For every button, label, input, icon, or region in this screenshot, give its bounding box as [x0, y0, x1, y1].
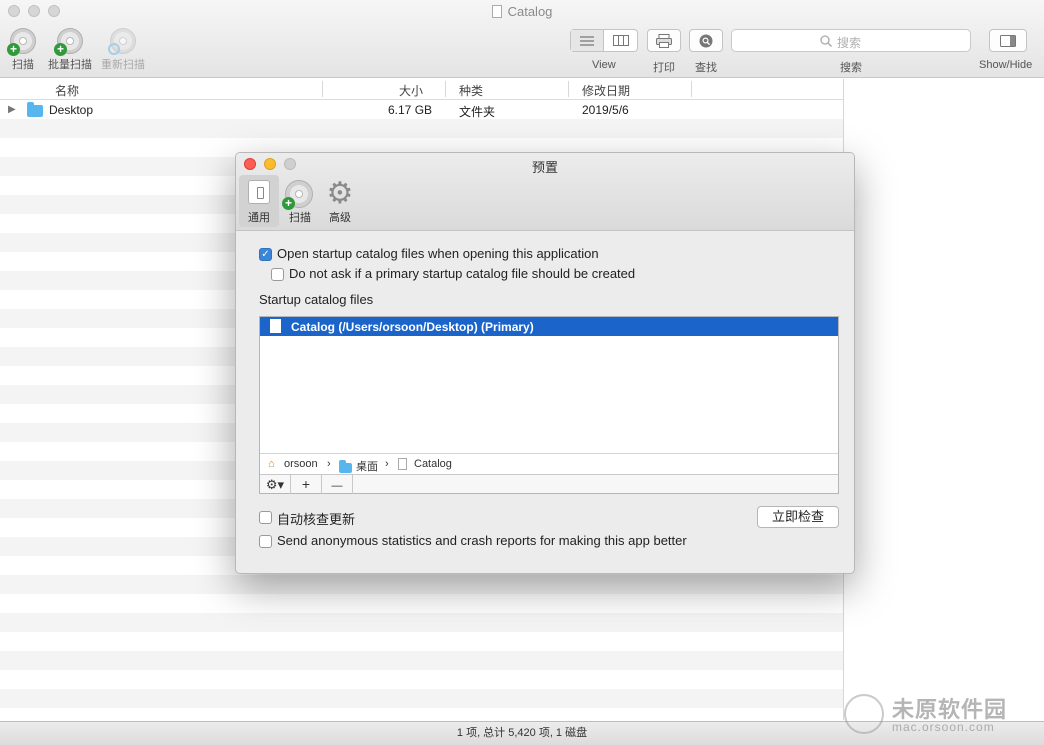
add-button[interactable]: + [291, 475, 322, 494]
watermark: 未原软件园 mac.orsoon.com [842, 690, 1042, 740]
find-icon [699, 34, 713, 47]
table-row [0, 708, 843, 720]
sidebar-toggle-icon [1000, 34, 1016, 47]
column-view-button[interactable] [604, 30, 637, 51]
column-header-name[interactable]: 名称 [55, 82, 79, 99]
table-header: 名称 大小 种类 修改日期 [0, 79, 843, 100]
remove-button[interactable]: — [322, 475, 353, 494]
search-placeholder: 搜索 [837, 36, 862, 50]
batch-scan-disc-icon: + [54, 28, 83, 56]
document-icon [491, 5, 502, 18]
minus-icon: — [331, 480, 343, 492]
action-menu-button[interactable]: ⚙▾ [260, 475, 291, 494]
print-button[interactable] [647, 29, 681, 52]
search-label: 搜索 [840, 62, 862, 74]
watermark-logo-icon [844, 694, 884, 734]
view-label: View [592, 59, 616, 71]
list-view-button[interactable] [571, 30, 604, 51]
find-button[interactable] [689, 29, 723, 52]
home-icon: ⌂ [268, 458, 275, 470]
window-title: Catalog [0, 4, 1044, 19]
search-input[interactable]: 搜索 [731, 29, 971, 52]
table-row [0, 632, 843, 651]
folder-icon [27, 102, 43, 118]
column-divider[interactable] [568, 81, 569, 97]
find-label: 查找 [695, 62, 717, 74]
column-view-icon [612, 35, 629, 46]
column-divider[interactable] [445, 81, 446, 97]
preferences-dialog: 预置 通用 + 扫描 ⚙ 高级 ✓ Open startup catalog f… [235, 152, 855, 574]
table-row [0, 594, 843, 613]
tab-advanced[interactable]: ⚙ 高级 [320, 175, 360, 227]
table-row [0, 651, 843, 670]
open-startup-checkbox[interactable]: ✓ [259, 248, 272, 261]
anonymous-stats-label: Send anonymous statistics and crash repo… [277, 533, 687, 548]
plus-icon: + [301, 476, 311, 492]
table-row [0, 689, 843, 708]
dialog-title: 预置 [531, 160, 558, 175]
dialog-toolbar: 预置 通用 + 扫描 ⚙ 高级 [236, 153, 854, 231]
row-date: 2019/5/6 [582, 103, 629, 117]
show-hide-button[interactable] [989, 29, 1027, 52]
main-toolbar: Catalog + 扫描 + 批量扫描 重新扫描 View 打印 查找 搜索 搜… [0, 0, 1044, 78]
path-item-catalog[interactable]: Catalog [414, 458, 452, 470]
info-pane [843, 79, 1044, 720]
path-separator: › [327, 458, 331, 470]
scan-disc-icon: + [7, 28, 36, 56]
row-name: Desktop [49, 103, 94, 117]
row-size: 6.17 GB [388, 103, 433, 117]
auto-update-checkbox[interactable] [259, 511, 272, 524]
switch-icon [248, 180, 270, 204]
check-now-button[interactable]: 立即检查 [757, 506, 839, 528]
print-label: 打印 [653, 62, 675, 74]
column-header-date[interactable]: 修改日期 [582, 82, 630, 99]
table-row [0, 119, 843, 138]
scan-disc-icon: + [282, 180, 313, 210]
document-icon [270, 319, 281, 333]
tab-general[interactable]: 通用 [239, 175, 279, 227]
column-header-kind[interactable]: 种类 [459, 82, 483, 99]
column-header-size[interactable]: 大小 [399, 82, 423, 99]
table-row[interactable]: ▶ Desktop 6.17 GB 文件夹 2019/5/6 [0, 100, 843, 119]
gear-icon: ⚙ [326, 177, 354, 210]
list-view-icon [580, 35, 594, 46]
startup-files-label: Startup catalog files [259, 292, 374, 307]
row-kind: 文件夹 [459, 105, 496, 119]
startup-files-list[interactable]: Catalog (/Users/orsoon/Desktop) (Primary… [259, 316, 839, 494]
gear-icon: ⚙▾ [265, 477, 285, 492]
table-row [0, 575, 843, 594]
path-item-home[interactable]: orsoon [284, 458, 318, 470]
anonymous-stats-checkbox[interactable] [259, 535, 272, 548]
do-not-ask-label: Do not ask if a primary startup catalog … [289, 266, 636, 281]
column-divider[interactable] [322, 81, 323, 97]
show-hide-label: Show/Hide [979, 59, 1033, 71]
document-icon [398, 458, 407, 470]
column-divider[interactable] [691, 81, 692, 97]
auto-update-label: 自动核查更新 [277, 512, 356, 527]
table-row [0, 613, 843, 632]
path-separator: › [385, 458, 389, 470]
disclosure-triangle-icon[interactable]: ▶ [8, 104, 16, 115]
rescan-disc-icon [108, 28, 136, 55]
batch-scan-button[interactable]: + 批量扫描 [46, 28, 94, 72]
list-toolbar: ⚙▾ + — [260, 474, 838, 494]
path-item-desktop[interactable]: 桌面 [356, 458, 378, 474]
rescan-button[interactable]: 重新扫描 [99, 28, 147, 72]
search-icon [820, 35, 832, 47]
path-bar: ⌂ orsoon › 桌面 › Catalog [260, 453, 838, 474]
view-toggle[interactable] [570, 29, 638, 52]
tab-scan[interactable]: + 扫描 [280, 175, 320, 227]
list-item[interactable]: Catalog (/Users/orsoon/Desktop) (Primary… [260, 317, 838, 336]
scan-button[interactable]: + 扫描 [6, 28, 40, 72]
open-startup-label: Open startup catalog files when opening … [277, 246, 599, 261]
table-row [0, 670, 843, 689]
status-text: 1 项, 总计 5,420 项, 1 磁盘 [456, 727, 588, 739]
printer-icon [656, 33, 672, 48]
do-not-ask-checkbox[interactable] [271, 268, 284, 281]
